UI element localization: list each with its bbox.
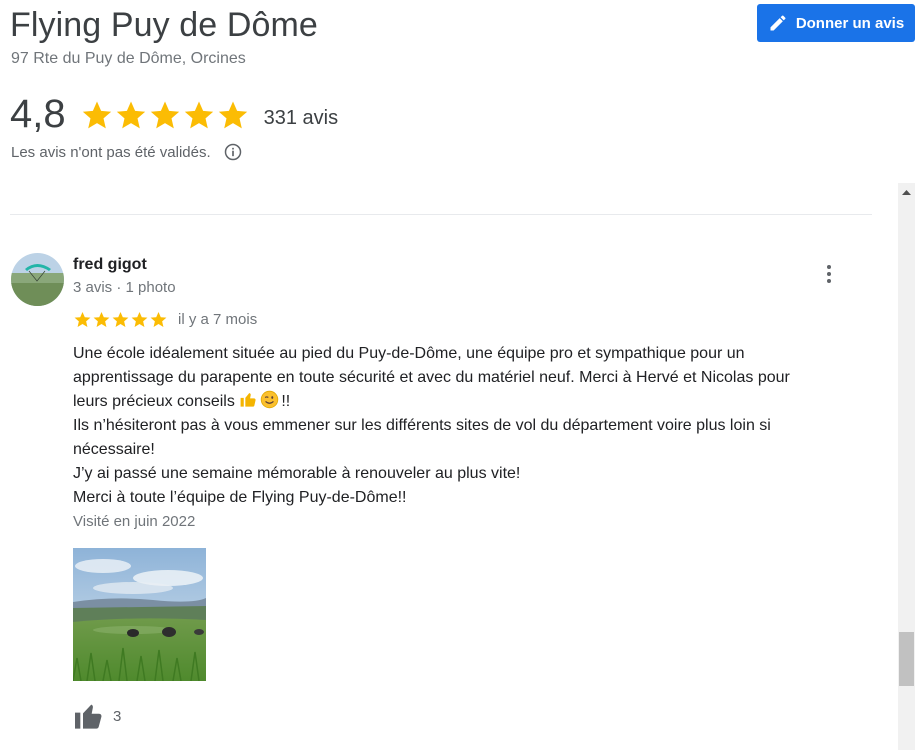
review-photo[interactable]: [73, 548, 206, 681]
review-line: apprentissage du parapente en toute sécu…: [73, 369, 790, 386]
average-rating: 4,8: [10, 92, 66, 136]
unverified-note: Les avis n'ont pas été validés.: [11, 143, 211, 161]
more-options-icon[interactable]: [818, 262, 840, 286]
write-review-label: Donner un avis: [795, 14, 905, 32]
review-line: Ils n’hésiteront pas à vous emmener sur …: [73, 417, 771, 434]
review-date: il y a 7 mois: [178, 311, 258, 328]
star-icon: [150, 311, 167, 327]
place-title: Flying Puy de Dôme: [10, 6, 318, 44]
scroll-up-arrow-icon[interactable]: [898, 183, 915, 200]
star-icon: [184, 101, 213, 128]
rating-summary: 4,8 331 avis: [10, 92, 338, 137]
review-line: Merci à toute l’équipe de Flying Puy-de-…: [73, 489, 407, 506]
like-row: 3: [73, 700, 121, 732]
info-icon[interactable]: [223, 142, 243, 162]
star-icon: [218, 101, 247, 128]
avatar[interactable]: [11, 253, 64, 306]
review-line: nécessaire!: [73, 441, 155, 458]
review-line: leurs précieux conseils !!: [73, 390, 863, 414]
average-star-rating: [80, 98, 250, 132]
star-icon: [93, 311, 110, 327]
place-address: 97 Rte du Puy de Dôme, Orcines: [11, 50, 246, 67]
review-line: Une école idéalement située au pied du P…: [73, 345, 745, 362]
thumbs-up-icon[interactable]: [73, 700, 105, 732]
review-line-text: leurs précieux conseils: [73, 393, 235, 410]
winking-face-emoji: [261, 390, 279, 409]
reviewer-meta: 3 avis · 1 photo: [73, 279, 176, 296]
review-line: J’y ai passé une semaine mémorable à ren…: [73, 465, 521, 482]
like-count: 3: [113, 707, 122, 725]
write-review-button[interactable]: Donner un avis: [757, 4, 915, 42]
review-text: Une école idéalement située au pied du P…: [73, 342, 863, 510]
thumbs-up-emoji: [240, 393, 256, 407]
star-icon: [150, 101, 179, 128]
star-icon: [116, 101, 145, 128]
pencil-icon: [770, 15, 786, 31]
review-star-rating: [73, 310, 168, 329]
star-icon: [112, 311, 129, 327]
visit-date: Visité en juin 2022: [73, 513, 196, 530]
star-icon: [74, 311, 91, 327]
star-icon: [82, 101, 111, 128]
review-line-end: !!: [281, 393, 291, 410]
star-icon: [131, 311, 148, 327]
unverified-notice: Les avis n'ont pas été validés.: [11, 142, 243, 162]
review-rating-row: il y a 7 mois: [73, 310, 257, 329]
review-count[interactable]: 331 avis: [264, 107, 339, 130]
scrollbar-thumb[interactable]: [899, 632, 914, 686]
divider: [10, 214, 872, 215]
reviewer-name[interactable]: fred gigot: [73, 256, 147, 274]
